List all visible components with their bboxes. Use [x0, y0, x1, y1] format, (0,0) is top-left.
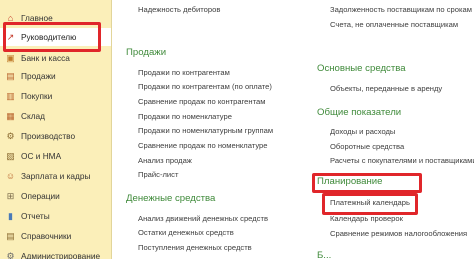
link-sales-item[interactable]: Прайс-лист — [138, 170, 178, 179]
sidebar-item-label: Руководителю — [21, 32, 77, 42]
link-cash-item[interactable]: Поступления денежных средств — [138, 243, 252, 252]
bank-icon: ▣ — [6, 52, 15, 63]
link-unpaid-invoices[interactable]: Счета, не оплаченные поставщикам — [330, 20, 458, 29]
link-debtor-reliability[interactable]: Надежность дебиторов — [138, 5, 220, 14]
sidebar-item-references[interactable]: ▤ Справочники — [0, 227, 111, 245]
reports-icon: ▮ — [8, 210, 13, 221]
link-payment-calendar[interactable]: Платежный календарь — [330, 198, 410, 207]
sidebar-item-purchases[interactable]: ▥ Покупки — [0, 87, 111, 105]
sidebar-item-label: Производство — [21, 131, 76, 141]
sidebar-item-warehouse[interactable]: ▦ Склад — [0, 107, 111, 125]
sidebar-item-label: Склад — [21, 111, 46, 121]
section-title-cash: Денежные средства — [126, 193, 216, 204]
main-panel: Надежность дебиторов Продажи Продажи по … — [113, 0, 474, 259]
cart-icon: ▤ — [6, 70, 15, 81]
sidebar-item-admin[interactable]: ⚙ Администрирование — [0, 247, 111, 259]
sidebar-item-label: Справочники — [21, 231, 72, 241]
chart-line-icon: ↗ — [6, 31, 15, 42]
link-cash-item[interactable]: Анализ движений денежных средств — [138, 214, 268, 223]
section-title-fixed-assets: Основные средства — [317, 63, 406, 74]
link-sales-item[interactable]: Анализ продаж — [138, 156, 192, 165]
warehouse-icon: ▦ — [6, 110, 15, 121]
admin-icon: ⚙ — [6, 250, 15, 259]
sidebar-item-reports[interactable]: ▮ Отчеты — [0, 207, 111, 225]
link-indicator-item[interactable]: Доходы и расходы — [330, 127, 395, 136]
link-sales-item[interactable]: Продажи по номенклатуре — [138, 112, 232, 121]
book-icon: ▤ — [6, 230, 15, 241]
home-icon: ⌂ — [7, 13, 14, 23]
section-title-planning: Планирование — [317, 176, 383, 187]
sidebar-item-production[interactable]: ⚙ Производство — [0, 127, 111, 145]
operations-icon: ⊞ — [6, 190, 15, 201]
sidebar-item-assets[interactable]: ▧ ОС и НМА — [0, 147, 111, 165]
sidebar-item-label: Банк и касса — [21, 53, 70, 63]
link-sales-item[interactable]: Продажи по контрагентам (по оплате) — [138, 82, 272, 91]
sidebar-item-salary[interactable]: ☺ Зарплата и кадры — [0, 167, 111, 185]
link-supplier-debt[interactable]: Задолженность поставщикам по срокам — [330, 5, 472, 14]
sidebar-item-bank[interactable]: ▣ Банк и касса — [0, 49, 111, 67]
sidebar-item-label: ОС и НМА — [21, 151, 62, 161]
link-leased-objects[interactable]: Объекты, переданные в аренду — [330, 84, 442, 93]
sidebar-item-label: Зарплата и кадры — [21, 171, 91, 181]
sidebar-item-label: Продажи — [21, 71, 56, 81]
sidebar-item-label: Операции — [21, 191, 60, 201]
link-sales-item[interactable]: Продажи по номенклатурным группам — [138, 126, 273, 135]
sidebar-item-main[interactable]: ⌂ Главное — [0, 9, 111, 27]
link-cash-item[interactable]: Остатки денежных средств — [138, 228, 234, 237]
sidebar-item-sales[interactable]: ▤ Продажи — [0, 67, 111, 85]
sidebar-item-label: Главное — [21, 13, 53, 23]
link-sales-item[interactable]: Сравнение продаж по контрагентам — [138, 97, 265, 106]
link-indicator-item[interactable]: Оборотные средства — [330, 142, 404, 151]
link-sales-item[interactable]: Сравнение продаж по номенклатуре — [138, 141, 268, 150]
assets-icon: ▧ — [6, 150, 15, 161]
sidebar: ⌂ Главное ↗ Руководителю ▣ Банк и касса … — [0, 0, 112, 259]
sidebar-item-label: Покупки — [21, 91, 53, 101]
link-planning-item[interactable]: Сравнение режимов налогообложения — [330, 229, 467, 238]
people-icon: ☺ — [5, 171, 16, 181]
link-planning-item[interactable]: Календарь проверок — [330, 214, 403, 223]
factory-icon: ⚙ — [6, 130, 15, 141]
section-title-partial: Б... — [317, 250, 332, 259]
link-indicator-item[interactable]: Расчеты с покупателями и поставщиками — [330, 156, 474, 165]
section-title-sales: Продажи — [126, 47, 167, 58]
link-sales-item[interactable]: Продажи по контрагентам — [138, 68, 230, 77]
sidebar-item-label: Администрирование — [21, 251, 101, 259]
sidebar-item-operations[interactable]: ⊞ Операции — [0, 187, 111, 205]
section-title-indicators: Общие показатели — [317, 107, 402, 118]
sidebar-item-label: Отчеты — [21, 211, 50, 221]
sidebar-item-manager[interactable]: ↗ Руководителю — [0, 28, 111, 46]
basket-icon: ▥ — [6, 90, 15, 101]
